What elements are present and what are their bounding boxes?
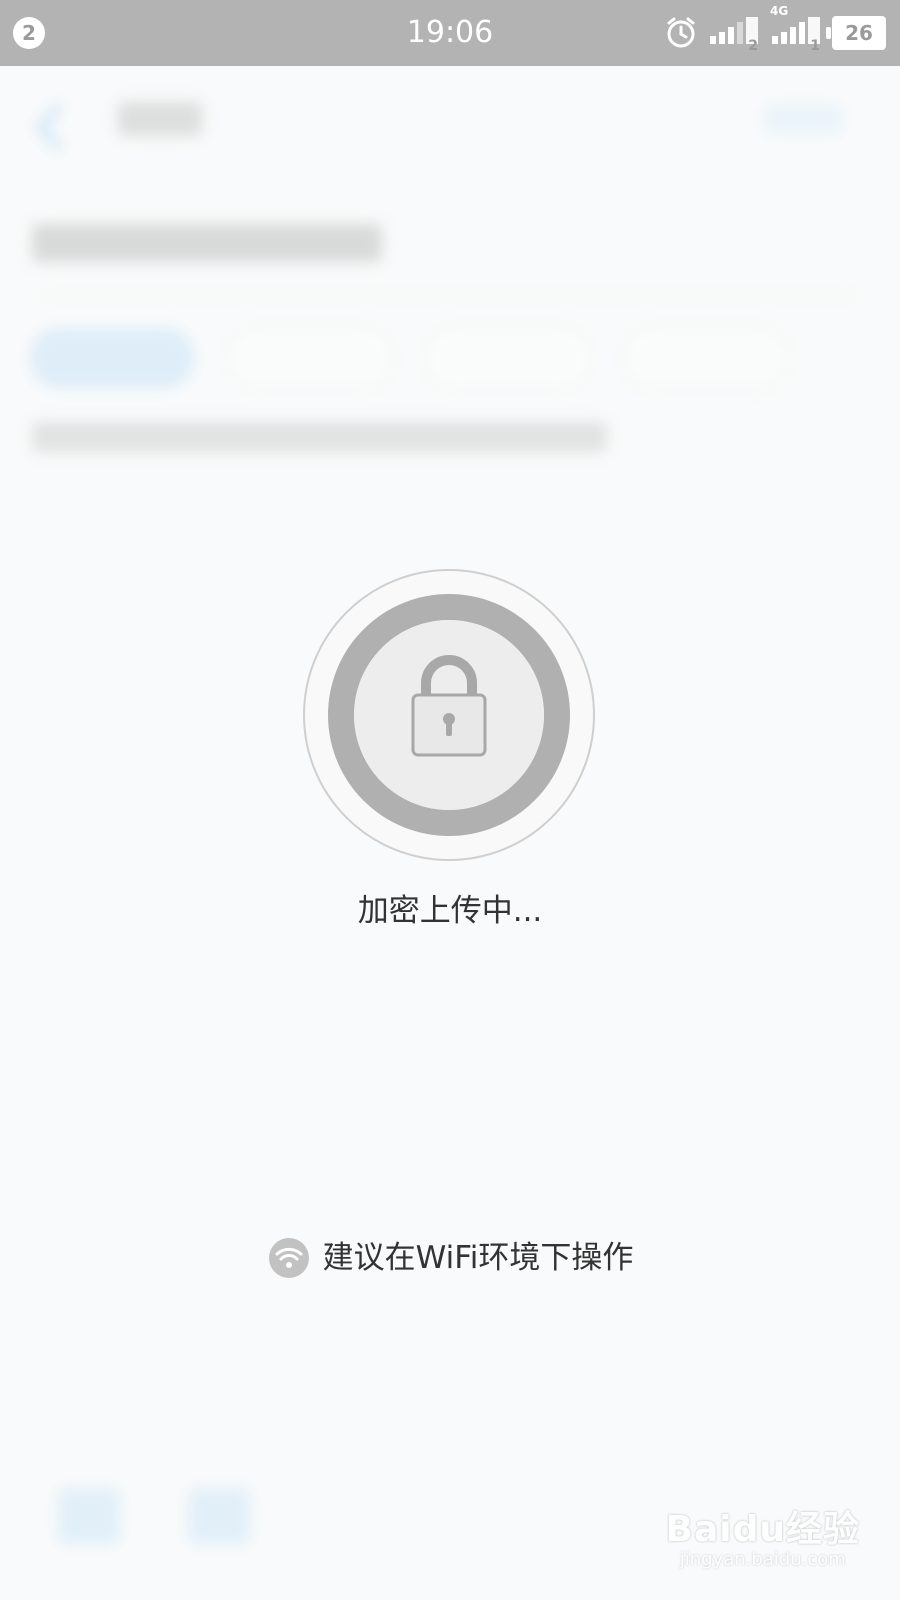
sim1-signal: 4G 1 — [770, 4, 822, 54]
upload-progress-ring — [303, 569, 595, 861]
alarm-clock-icon — [667, 17, 695, 48]
network-type-label: 4G — [770, 4, 789, 18]
wifi-icon — [268, 1238, 309, 1278]
wifi-tip: 建议在WiFi环境下操作 — [0, 1236, 900, 1280]
sim1-label: 1 — [810, 38, 820, 54]
status-bar: 2 19:06 2 4G 1 26 — [0, 0, 900, 66]
battery-indicator: 26 — [826, 16, 886, 50]
watermark-url: jingyan.baidu.com — [679, 1549, 846, 1570]
upload-status-text: 加密上传中... — [357, 893, 543, 929]
watermark-logo: Baidu经验 — [665, 1509, 860, 1550]
sim2-signal: 2 — [708, 14, 760, 54]
wifi-tip-text: 建议在WiFi环境下操作 — [322, 1240, 634, 1276]
baidu-watermark: Baidu经验 jingyan.baidu.com — [666, 1510, 860, 1570]
sim2-label: 2 — [748, 38, 758, 54]
